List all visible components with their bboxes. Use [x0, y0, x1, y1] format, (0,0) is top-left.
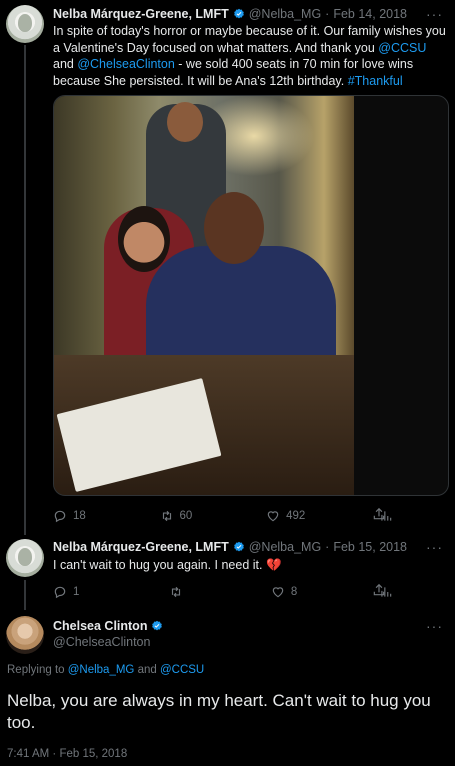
- display-name[interactable]: Chelsea Clinton: [53, 619, 147, 633]
- reply-count: 18: [73, 510, 86, 522]
- tweet-text-part: I can't wait to hug you again. I need it…: [53, 558, 266, 572]
- tweet-date: Feb 15, 2018: [59, 748, 128, 760]
- action-bar: 18 60 492: [53, 507, 393, 525]
- tweet-date[interactable]: Feb 15, 2018: [333, 540, 407, 554]
- reply-icon: [54, 586, 66, 599]
- replying-user-ccsu[interactable]: @CCSU: [160, 664, 204, 676]
- avatar[interactable]: [6, 5, 44, 43]
- more-icon[interactable]: ···: [426, 539, 443, 555]
- separator: ·: [325, 540, 330, 554]
- verified-icon: [233, 8, 244, 19]
- share-button[interactable]: [372, 583, 386, 597]
- replying-user-nelba[interactable]: @Nelba_MG: [68, 664, 135, 676]
- separator: ·: [49, 748, 60, 760]
- like-button[interactable]: 492: [266, 507, 305, 525]
- mention-chelseaclinton[interactable]: @ChelseaClinton: [77, 57, 174, 71]
- retweet-count: 60: [179, 510, 193, 522]
- tweet-photo[interactable]: [53, 95, 449, 496]
- photo-person-head: [118, 206, 170, 272]
- like-icon: [272, 587, 284, 598]
- tweet-text: In spite of today's horror or maybe beca…: [53, 23, 448, 89]
- tweet-text: I can't wait to hug you again. I need it…: [53, 557, 448, 574]
- display-name[interactable]: Nelba Márquez-Greene, LMFT: [53, 540, 229, 554]
- share-button[interactable]: [372, 507, 386, 521]
- thread-line: [24, 580, 26, 610]
- handle[interactable]: @Nelba_MG: [249, 7, 321, 21]
- retweet-icon: [162, 510, 171, 522]
- reply-button[interactable]: 18: [53, 507, 86, 525]
- tweet-text-part: and: [53, 57, 78, 71]
- reply-button[interactable]: 1: [53, 583, 79, 601]
- more-icon[interactable]: ···: [426, 618, 443, 634]
- mention-ccsu[interactable]: @CCSU: [378, 41, 426, 55]
- tweet-nelba-feb14[interactable]: Nelba Márquez-Greene, LMFT @Nelba_MG · F…: [0, 0, 455, 535]
- replying-prefix: Replying to: [7, 664, 68, 676]
- display-name[interactable]: Nelba Márquez-Greene, LMFT: [53, 7, 229, 21]
- thread-line: [24, 45, 26, 535]
- tweet-text: Nelba, you are always in my heart. Can't…: [7, 691, 431, 732]
- action-bar: 1 8: [53, 583, 393, 601]
- photo-person-head: [204, 192, 264, 264]
- tweet-nelba-feb15[interactable]: Nelba Márquez-Greene, LMFT @Nelba_MG · F…: [0, 530, 455, 610]
- tweet-header: Nelba Márquez-Greene, LMFT @Nelba_MG · F…: [53, 540, 407, 554]
- broken-heart-emoji: 💔: [265, 558, 282, 572]
- hashtag-thankful[interactable]: #Thankful: [348, 74, 403, 88]
- handle[interactable]: @ChelseaClinton: [53, 635, 150, 649]
- like-button[interactable]: 8: [271, 583, 297, 601]
- handle-row: @ChelseaClinton: [53, 635, 150, 649]
- tweet-header: Chelsea Clinton: [53, 619, 167, 633]
- retweet-button[interactable]: [169, 583, 189, 601]
- avatar[interactable]: [6, 616, 44, 654]
- retweet-button[interactable]: 60: [160, 507, 193, 525]
- like-icon: [267, 511, 279, 522]
- tweet-date[interactable]: Feb 14, 2018: [333, 7, 407, 21]
- tweet-header: Nelba Márquez-Greene, LMFT @Nelba_MG · F…: [53, 7, 407, 21]
- like-count: 492: [286, 510, 306, 522]
- retweet-icon: [172, 586, 181, 598]
- more-icon[interactable]: ···: [426, 6, 443, 22]
- avatar[interactable]: [6, 539, 44, 577]
- tweet-timestamp[interactable]: 7:41 AM · Feb 15, 2018: [7, 748, 127, 760]
- replying-and: and: [134, 664, 160, 676]
- tweet-chelsea-focused: Chelsea Clinton @ChelseaClinton ···: [0, 610, 455, 766]
- photo-person-head: [167, 102, 203, 142]
- reply-icon: [54, 510, 66, 523]
- separator: ·: [325, 7, 330, 21]
- photo-image: [54, 96, 354, 495]
- handle[interactable]: @Nelba_MG: [249, 540, 321, 554]
- replying-to: Replying to @Nelba_MG and @CCSU: [7, 664, 204, 676]
- verified-icon: [152, 620, 163, 631]
- share-icon: [373, 507, 385, 520]
- reply-count: 1: [73, 586, 80, 598]
- like-count: 8: [290, 586, 298, 598]
- share-icon: [373, 583, 385, 596]
- verified-icon: [233, 541, 244, 552]
- tweet-time: 7:41 AM: [7, 748, 50, 760]
